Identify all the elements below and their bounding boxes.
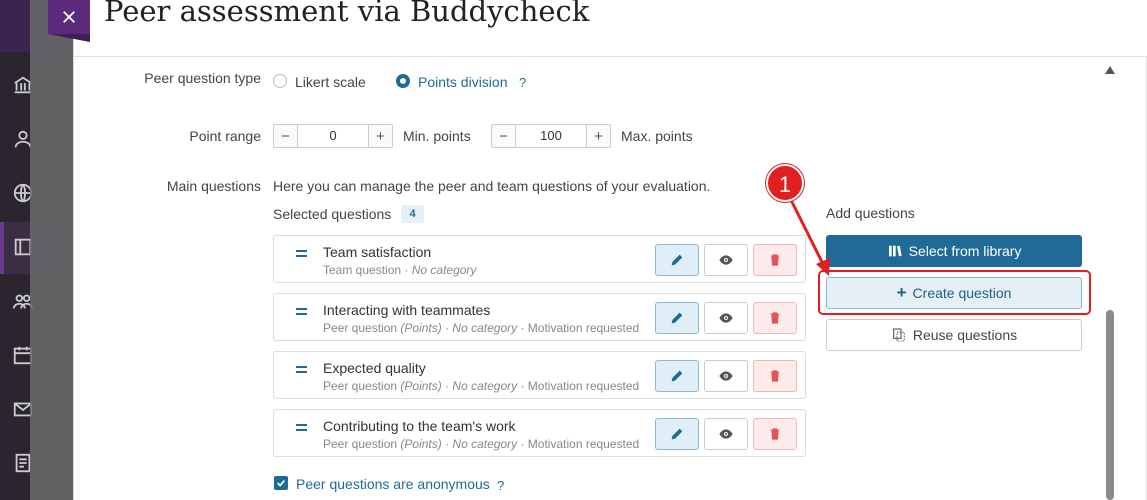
delete-question-button[interactable] [753, 302, 797, 334]
create-question-button[interactable]: + Create question [826, 277, 1082, 309]
max-points-value[interactable]: 100 [516, 125, 586, 147]
max-points-stepper[interactable]: − 100 + [491, 124, 611, 148]
checkmark-icon [277, 479, 285, 487]
copy-icon [892, 328, 905, 342]
max-points-increment-button[interactable]: + [586, 125, 610, 147]
pencil-icon [671, 312, 683, 324]
overlay-backdrop [30, 0, 75, 500]
question-type-label: Peer question type [144, 70, 261, 86]
anonymous-checkbox[interactable] [274, 476, 288, 490]
drag-handle-icon[interactable] [296, 424, 307, 434]
point-range-label: Point range [189, 128, 261, 144]
question-meta: Peer question (Points) · No category · M… [323, 321, 640, 335]
max-points-label: Max. points [621, 128, 693, 144]
question-card: Interacting with teammates Peer question… [273, 293, 806, 341]
trash-icon [770, 428, 780, 440]
reuse-questions-label: Reuse questions [912, 327, 1018, 343]
annotation-step-badge: 1 [766, 164, 804, 202]
selected-questions-label: Selected questions [273, 206, 392, 222]
main-questions-description: Here you can manage the peer and team qu… [273, 178, 711, 194]
edit-question-button[interactable] [655, 418, 699, 450]
likert-scale-label[interactable]: Likert scale [295, 74, 366, 90]
scrollbar-thumb[interactable] [1106, 310, 1114, 500]
main-questions-label: Main questions [166, 178, 261, 194]
close-icon [63, 11, 75, 23]
max-points-decrement-button[interactable]: − [492, 125, 516, 147]
modal-header: Peer assessment via Buddycheck [74, 0, 1147, 57]
preview-question-button[interactable] [704, 244, 748, 276]
min-points-label: Min. points [403, 128, 471, 144]
question-type-help-icon[interactable]: ? [519, 75, 526, 90]
select-from-library-button[interactable]: Select from library [826, 235, 1082, 267]
modal-title: Peer assessment via Buddycheck [104, 0, 590, 28]
question-title: Contributing to the team's work [323, 418, 516, 434]
edit-question-button[interactable] [655, 244, 699, 276]
eye-icon [719, 255, 733, 265]
min-points-stepper[interactable]: − 0 + [273, 124, 393, 148]
anonymous-help-icon[interactable]: ? [497, 478, 504, 493]
min-points-increment-button[interactable]: + [368, 125, 392, 147]
points-division-radio[interactable] [396, 74, 410, 88]
points-division-label[interactable]: Points division [418, 74, 508, 90]
question-meta: Peer question (Points) · No category · M… [323, 379, 640, 393]
plus-icon: + [896, 283, 907, 302]
pencil-icon [671, 254, 683, 266]
question-card: Expected quality Peer question (Points) … [273, 351, 806, 399]
select-from-library-label: Select from library [908, 243, 1022, 259]
preview-question-button[interactable] [704, 360, 748, 392]
library-icon [888, 245, 902, 257]
close-button[interactable] [48, 0, 90, 42]
min-points-decrement-button[interactable]: − [274, 125, 298, 147]
drag-handle-icon[interactable] [296, 308, 307, 318]
question-card: Team satisfaction Team question · No cat… [273, 235, 806, 283]
scroll-up-arrow-icon[interactable] [1105, 66, 1115, 74]
edit-question-button[interactable] [655, 360, 699, 392]
question-meta: Team question · No category [323, 263, 477, 277]
reuse-questions-button[interactable]: Reuse questions [826, 319, 1082, 351]
delete-question-button[interactable] [753, 418, 797, 450]
likert-scale-radio[interactable] [273, 74, 287, 88]
pencil-icon [671, 370, 683, 382]
create-question-label: Create question [912, 285, 1012, 301]
pencil-icon [671, 428, 683, 440]
trash-icon [770, 312, 780, 324]
eye-icon [719, 429, 733, 439]
trash-icon [770, 370, 780, 382]
drag-handle-icon[interactable] [296, 366, 307, 376]
question-card: Contributing to the team's work Peer que… [273, 409, 806, 457]
annotation-arrow-icon [786, 193, 830, 276]
question-title: Team satisfaction [323, 244, 432, 260]
question-title: Interacting with teammates [323, 302, 491, 318]
min-points-value[interactable]: 0 [298, 125, 368, 147]
delete-question-button[interactable] [753, 360, 797, 392]
eye-icon [719, 371, 733, 381]
anonymous-label[interactable]: Peer questions are anonymous [296, 476, 490, 492]
question-meta: Peer question (Points) · No category · M… [323, 437, 640, 451]
eye-icon [719, 313, 733, 323]
preview-question-button[interactable] [704, 302, 748, 334]
selected-questions-count-badge: 4 [401, 205, 424, 223]
edit-question-button[interactable] [655, 302, 699, 334]
question-title: Expected quality [323, 360, 426, 376]
drag-handle-icon[interactable] [296, 250, 307, 260]
preview-question-button[interactable] [704, 418, 748, 450]
